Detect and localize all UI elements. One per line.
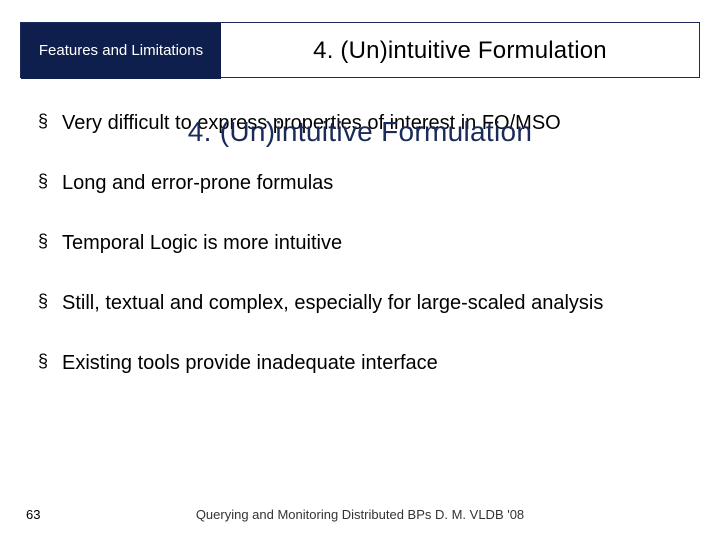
bullet-list: Very difficult to express properties of …	[34, 110, 686, 376]
list-item: Very difficult to express properties of …	[34, 110, 686, 136]
bullet-text: Temporal Logic is more intuitive	[62, 232, 342, 254]
body-area: Very difficult to express properties of …	[34, 110, 686, 480]
list-item: Existing tools provide inadequate interf…	[34, 350, 686, 376]
bullet-text: Very difficult to express properties of …	[62, 112, 561, 134]
footer-citation-text: Querying and Monitoring Distributed BPs …	[196, 507, 524, 522]
slide-title: 4. (Un)intuitive Formulation	[231, 23, 689, 79]
header-bar: Features and Limitations 4. (Un)intuitiv…	[20, 22, 700, 78]
slide-title-text: 4. (Un)intuitive Formulation	[313, 37, 607, 65]
bullet-text: Long and error-prone formulas	[62, 172, 333, 194]
bullet-text: Still, textual and complex, especially f…	[62, 292, 603, 314]
list-item: Long and error-prone formulas	[34, 170, 686, 196]
bullet-text: Existing tools provide inadequate interf…	[62, 352, 438, 374]
section-tab: Features and Limitations	[21, 23, 221, 79]
list-item: Still, textual and complex, especially f…	[34, 290, 686, 316]
section-tab-label: Features and Limitations	[39, 42, 203, 61]
list-item: Temporal Logic is more intuitive	[34, 230, 686, 256]
footer-citation: Querying and Monitoring Distributed BPs …	[0, 507, 720, 522]
